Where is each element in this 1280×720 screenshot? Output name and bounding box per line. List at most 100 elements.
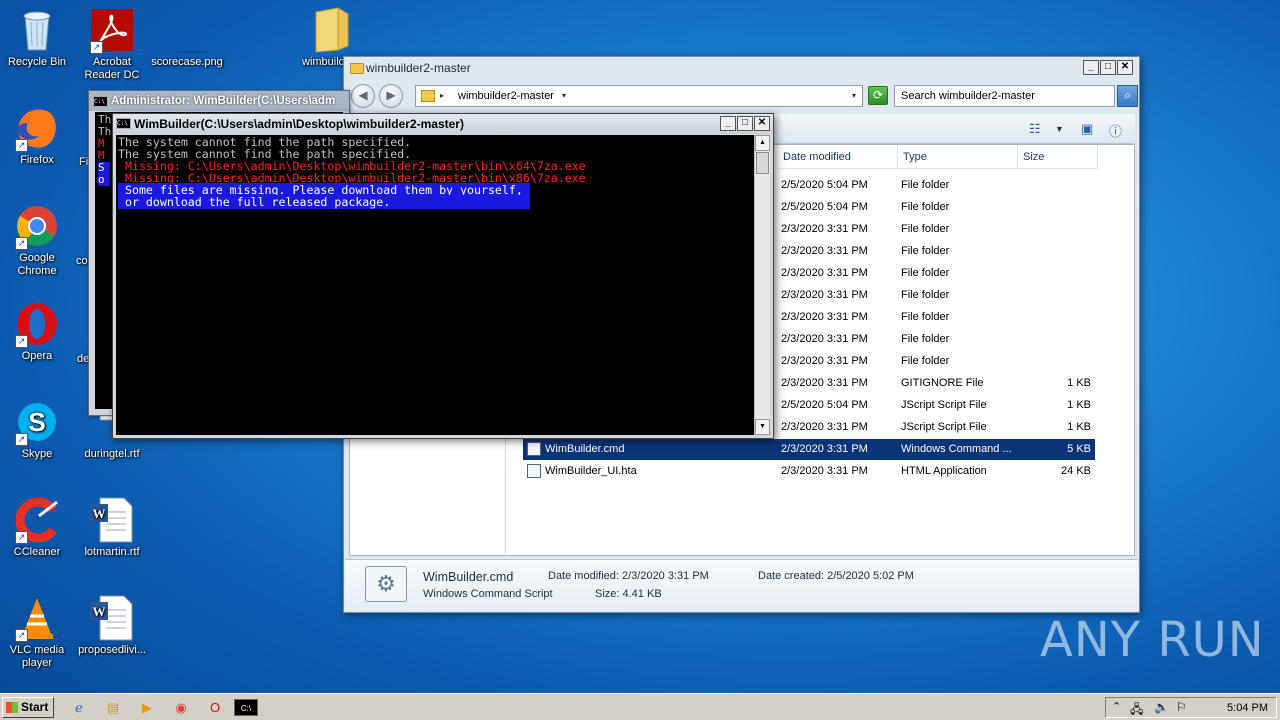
search-input[interactable]: Search wimbuilder2-master [894,85,1115,107]
ccleaner-icon: ↗ [13,496,61,544]
file-row[interactable]: WimBuilder_UI.hta 2/3/2020 3:31 PM HTML Ap… [523,461,1095,482]
minimize-button[interactable]: _ [720,116,736,131]
scroll-thumb[interactable] [756,152,769,174]
opera-icon[interactable]: O [206,699,224,716]
details-size: Size: 4.41 KB [595,588,662,600]
file-date: 2/3/2020 3:31 PM [781,223,868,235]
volume-icon[interactable]: 🔈 [1154,700,1169,714]
file-type: GITIGNORE File [901,377,984,389]
console-admin-title: Administrator: WimBuilder(C:\Users\adm [89,91,349,111]
chevron-down-icon[interactable]: ▼ [1055,124,1064,134]
highlighted-text: or download the full released package. [118,195,530,209]
desktop-icon-vlc[interactable]: ↗ VLC media player [0,594,74,670]
media-player-icon[interactable]: ▶ [138,699,156,716]
chevron-down-icon[interactable]: ▾ [562,91,566,100]
cmd-icon[interactable]: C:\ [234,699,258,716]
file-type: File folder [901,179,950,191]
scroll-up-icon[interactable]: ▲ [755,135,770,151]
console-scrollbar[interactable]: ▲ ▼ [754,135,770,435]
close-button[interactable]: ✕ [1117,60,1133,75]
forward-button[interactable]: ▶ [379,84,403,108]
preview-pane-icon[interactable]: ▣ [1081,121,1093,137]
back-button[interactable]: ◀ [351,84,375,108]
desktop-icon-recycle-bin[interactable]: Recycle Bin [0,6,74,69]
clock[interactable]: 5:04 PM [1227,702,1268,714]
file-name: WimBuilder.cmd [545,443,625,455]
file-type: File folder [901,267,950,279]
console-window-controls: _ □ ✕ [720,116,770,131]
file-date: 2/5/2020 5:04 PM [781,179,868,191]
ie-icon[interactable]: ℯ [70,699,88,716]
file-date: 2/3/2020 3:31 PM [781,377,868,389]
chrome-icon[interactable]: ◉ [172,699,190,716]
folder-icon [350,63,364,74]
desktop-icon-proposedlivi[interactable]: W proposedlivi... [75,594,149,657]
console-body[interactable]: The system cannot find the path specifie… [116,135,757,435]
desktop-icon-skype[interactable]: S ↗ Skype [0,398,74,461]
details-pane: ⚙ WimBuilder.cmd Windows Command Script … [345,559,1138,611]
file-type: JScript Script File [901,421,987,433]
icon-label: Firefox [20,154,54,166]
help-icon[interactable]: ⓘ [1109,121,1122,140]
file-type: File folder [901,355,950,367]
file-type: File folder [901,201,950,213]
file-type: File folder [901,223,950,235]
minimize-button[interactable]: _ [1083,60,1099,75]
maximize-button[interactable]: □ [737,116,753,131]
console-line-highlighted: or download the full released package. [118,195,757,209]
file-date: 2/5/2020 5:04 PM [781,399,868,411]
view-options-icon[interactable]: ☷ [1029,121,1041,137]
cmd-icon: C:\ [116,118,131,129]
desktop-icon-acrobat[interactable]: ↗ Acrobat Reader DC [75,6,149,82]
scroll-down-icon[interactable]: ▼ [755,419,770,435]
file-name: WimBuilder_UI.hta [545,465,637,477]
chevron-up-icon[interactable]: ⌃ [1112,700,1121,713]
column-size[interactable]: Size [1018,145,1098,169]
console-title: WimBuilder(C:\Users\admin\Desktop\wimbui… [113,114,773,134]
desktop-icon-partial-label[interactable]: Fi [79,156,88,168]
icon-label: Google Chrome [17,252,57,277]
file-type: File folder [901,245,950,257]
console-window-wimbuilder[interactable]: C:\ WimBuilder(C:\Users\admin\Desktop\wi… [112,113,774,439]
file-row[interactable]: WimBuilder.cmd 2/3/2020 3:31 PM Windows Co… [523,439,1095,460]
desktop-icon-opera[interactable]: ↗ Opera [0,300,74,363]
network-icon[interactable]: 🖧 [1130,700,1143,720]
address-dropdown-icon[interactable]: ▾ [852,91,856,100]
close-button[interactable]: ✕ [754,116,770,131]
refresh-button[interactable]: ⟳ [868,86,888,105]
breadcrumb[interactable]: wimbuilder2-master [458,90,554,102]
desktop-icon-chrome[interactable]: ↗ Google Chrome [0,202,74,278]
file-date: 2/3/2020 3:31 PM [781,289,868,301]
file-size: 1 KB [1067,421,1091,433]
file-date: 2/3/2020 3:31 PM [781,465,868,477]
folder-icon [421,90,435,102]
image-file-icon [163,6,211,54]
search-icon[interactable]: ⌕ [1117,85,1138,107]
desktop-icon-lotmartin[interactable]: W lotmartin.rtf [75,496,149,559]
file-size: 1 KB [1067,377,1091,389]
column-date-modified[interactable]: Date modified [778,145,898,169]
desktop-icon-firefox[interactable]: ↗ Firefox [0,104,74,167]
console-text: o [98,174,110,186]
maximize-button[interactable]: □ [1100,60,1116,75]
svg-text:S: S [28,407,45,437]
icon-label: Recycle Bin [7,56,67,68]
file-date: 2/3/2020 3:31 PM [781,443,868,455]
file-date: 2/5/2020 5:04 PM [781,201,868,213]
desktop-icon-partial-label[interactable]: co [76,255,88,267]
icon-label: CCleaner [13,546,61,558]
chevron-right-icon[interactable]: ▸ [440,91,444,100]
column-type[interactable]: Type [898,145,1018,169]
vlc-icon: ↗ [13,594,61,642]
address-bar[interactable]: ▸ wimbuilder2-master ▾ ▾ [415,85,863,107]
desktop-icon-scorecase[interactable]: scorecase.png [150,6,224,69]
start-button[interactable]: Start [2,697,54,718]
explorer-icon[interactable]: ▤ [104,699,122,716]
svg-text:W: W [93,506,106,521]
file-size: 24 KB [1061,465,1091,477]
flag-icon[interactable]: ⚐ [1176,700,1187,714]
explorer-title: wimbuilder2-master [366,61,471,75]
desktop-icon-ccleaner[interactable]: ↗ CCleaner [0,496,74,559]
anyrun-watermark: ANY RUN [1040,612,1265,668]
icon-label: VLC media player [9,644,65,669]
